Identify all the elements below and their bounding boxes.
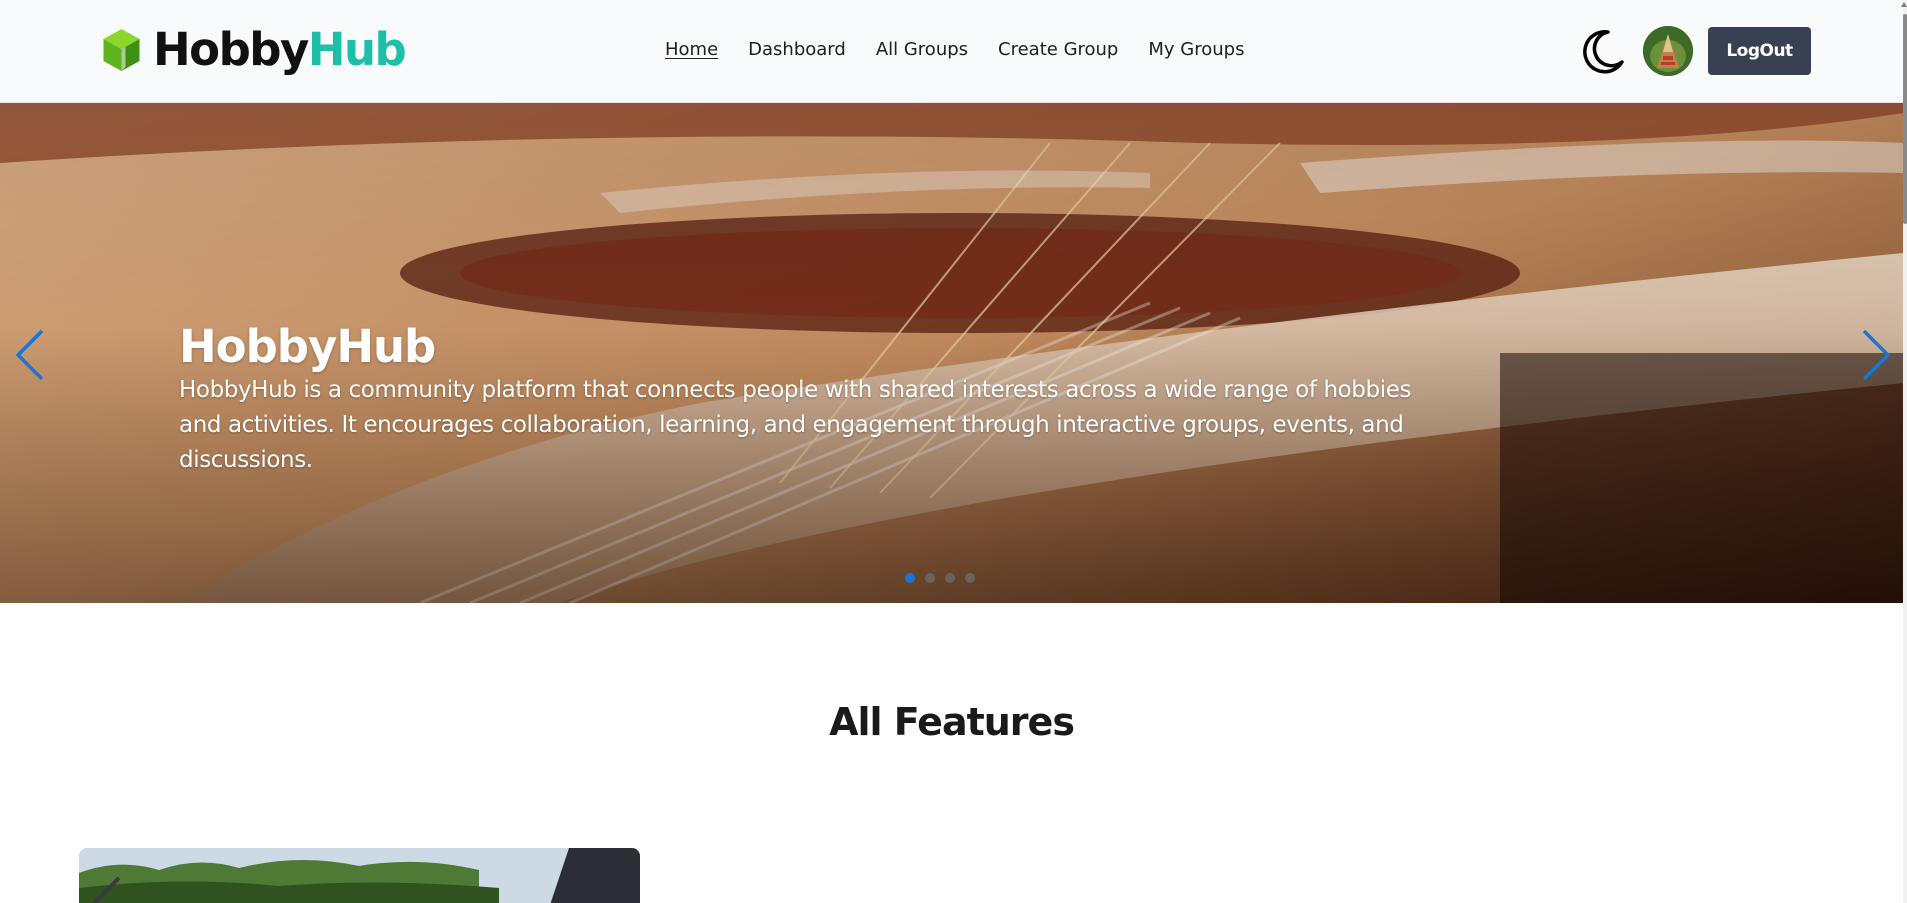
avatar-image [1643,26,1693,76]
carousel-dot-3[interactable] [945,573,955,583]
feature-card-image [79,848,640,903]
carousel-dot-4[interactable] [965,573,975,583]
nav-link-my-groups[interactable]: My Groups [1148,38,1244,62]
brand-name-part1: Hobby [153,23,309,76]
main-nav: Home Dashboard All Groups Create Group M… [665,38,1244,62]
brand-name-part2: Hub [307,23,407,76]
hero-carousel: HobbyHub HobbyHub is a community platfor… [0,103,1903,603]
green-cube-icon [103,29,140,71]
nav-link-dashboard[interactable]: Dashboard [748,38,846,62]
features-section-title: All Features [829,700,1075,744]
navbar: HobbyHub Home Dashboard All Groups Creat… [0,0,1903,103]
carousel-dot-1[interactable] [905,573,915,583]
feature-card[interactable] [79,848,640,903]
hero-description: HobbyHub is a community platform that co… [179,377,1412,473]
carousel-next-button[interactable] [1854,325,1894,385]
nav-link-home[interactable]: Home [665,38,718,62]
scroll-up-icon[interactable] [1901,2,1907,7]
carousel-pagination [905,573,975,583]
nav-link-create-group[interactable]: Create Group [998,38,1118,62]
brand-logo[interactable]: HobbyHub [101,23,407,76]
brand-name: HobbyHub [153,23,407,76]
scrollbar-thumb[interactable] [1903,14,1907,224]
carousel-dot-2[interactable] [925,573,935,583]
nav-link-all-groups[interactable]: All Groups [876,38,968,62]
theme-toggle-button[interactable] [1578,28,1626,76]
logout-button[interactable]: LogOut [1708,27,1811,75]
chevron-left-icon [15,329,44,381]
carousel-prev-button[interactable] [12,325,52,385]
chevron-right-icon [1862,329,1891,381]
user-avatar[interactable] [1643,26,1693,76]
moon-icon [1583,30,1624,74]
hero-title: HobbyHub [179,320,436,373]
